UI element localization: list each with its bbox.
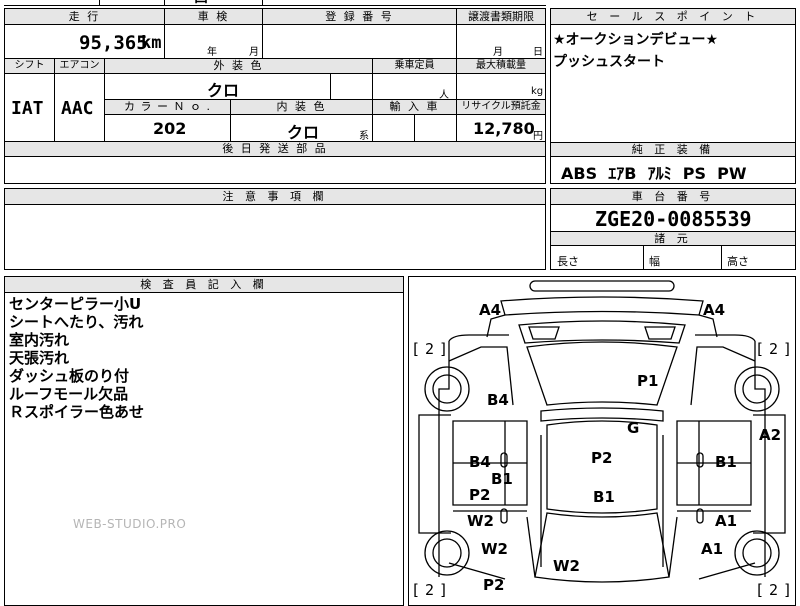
interior-color-value: クロ (287, 123, 320, 142)
max-load-header: 最大積載量 (457, 59, 545, 74)
mileage-unit: km (141, 33, 162, 53)
label-a1-lower: A1 (701, 540, 724, 558)
label-p2-center: P2 (591, 449, 613, 467)
height-label: 高さ (727, 255, 749, 268)
chassis-header: 車 台 番 号 (551, 189, 795, 205)
mileage-header: 走 行 (5, 9, 165, 25)
sales-point-header: セ ー ル ス ポ イ ン ト (551, 9, 795, 25)
inspector-line-6: ルーフモール欠品 (9, 385, 129, 403)
import-cell-a (373, 115, 415, 142)
transfer-day: 日 (533, 47, 543, 58)
exterior-color-cell: クロ (105, 74, 331, 100)
aircon-cell: AAC (55, 74, 105, 142)
dimensions-header: 諸 元 (551, 231, 795, 246)
later-parts-header: 後 日 発 送 部 品 (5, 142, 545, 157)
label-b4-top: B4 (487, 391, 509, 409)
import-cell-b (415, 115, 457, 142)
shift-cell: IAT (5, 74, 55, 142)
sales-point-line-2: プッシュスタート (553, 54, 665, 70)
recycle-cell: 12,780 円 (457, 115, 545, 142)
transfer-cell: 月 日 (457, 25, 545, 59)
inspector-line-4: 天張汚れ (9, 349, 70, 367)
registration-header: 登 録 番 号 (263, 9, 457, 25)
label-w2-left: W2 (467, 512, 494, 530)
recycle-value: 12,780 (473, 119, 535, 138)
registration-cell (263, 25, 457, 59)
dimensions-row: 長さ 幅 高さ (551, 246, 795, 269)
mileage-cell: 95,365 km (5, 25, 165, 59)
notes-header: 注 意 事 項 欄 (5, 189, 545, 205)
label-w2-lower: W2 (481, 540, 508, 558)
label-p1: P1 (637, 372, 659, 390)
sales-point-line-1: ★オークションデビュー★ (553, 32, 719, 48)
label-b4-left: B4 (469, 453, 491, 471)
label-a4-left: A4 (479, 301, 502, 319)
sales-point-panel: セ ー ル ス ポ イ ン ト ★オークションデビュー★ プッシュスタート (550, 8, 796, 143)
watermark: WEB-STUDIO.PRO (73, 517, 187, 531)
shift-header: シフト (5, 59, 55, 74)
inspection-cell: 年 月 (165, 25, 263, 59)
aircon-value: AAC (61, 98, 94, 119)
car-diagram-panel: A4 A4 B4 P1 G A2 B4 B1 P2 B1 P2 B1 W2 A1… (408, 276, 796, 606)
interior-color-cell: クロ 系 (231, 115, 373, 142)
capacity-unit: 人 (439, 90, 449, 101)
color-no-header: カ ラ ー Ｎ ｏ . (105, 100, 231, 115)
inspector-line-5: ダッシュ板のり付 (9, 367, 130, 385)
capacity-header: 乗車定員 (373, 59, 457, 74)
transfer-month: 月 (493, 47, 503, 58)
label-b1-center: B1 (593, 488, 615, 506)
color-no-cell: 202 (105, 115, 231, 142)
top-cutoff-row: 西 (4, 0, 546, 6)
inspection-year: 年 (207, 47, 217, 58)
label-w2-bottom: W2 (553, 557, 580, 575)
recycle-header: リサイクル預託金 (457, 100, 545, 115)
aircon-header: エアコン (55, 59, 105, 74)
transfer-deadline-header: 譲渡書類期限 (457, 9, 545, 25)
car-outline-drawing (418, 280, 786, 583)
mileage-value: 95,365 (79, 32, 148, 54)
label-b1-right: B1 (715, 453, 737, 471)
label-b1-left: B1 (491, 470, 513, 488)
exterior-color-value: クロ (207, 81, 240, 100)
equipment-items: ABS ｴｱB ｱﾙﾐ PS PW (561, 164, 747, 183)
exterior-color-header: 外 装 色 (105, 59, 373, 74)
label-a4-right: A4 (703, 301, 726, 319)
color-no-value: 202 (153, 119, 187, 138)
label-a2: A2 (759, 426, 782, 444)
inspector-line-3: 室内汚れ (9, 331, 70, 349)
label-p2-left: P2 (469, 486, 491, 504)
length-label: 長さ (557, 255, 579, 268)
max-load-unit: kg (531, 86, 544, 97)
inspector-line-1: センターピラー小U (9, 295, 142, 313)
inspector-panel: 検 査 員 記 入 欄 センターピラー小U シートへたり、汚れ 室内汚れ 天張汚… (4, 276, 404, 606)
exterior-color-sub-cell (331, 74, 373, 100)
equipment-panel: 純 正 装 備 ABS ｴｱB ｱﾙﾐ PS PW (550, 142, 796, 184)
import-header: 輸 入 車 (373, 100, 457, 115)
max-load-cell: kg (457, 74, 545, 100)
capacity-cell: 人 (373, 74, 457, 101)
label-p2-bottom: P2 (483, 576, 505, 594)
inspector-line-7: Ｒスポイラー色あせ (9, 403, 145, 421)
top-fragment-text: 西 (194, 0, 208, 7)
shift-value: IAT (11, 98, 44, 119)
recycle-unit: 円 (533, 131, 543, 142)
inspection-month: 月 (249, 47, 259, 58)
inspector-line-2: シートへたり、汚れ (9, 313, 144, 331)
basic-info-grid: 走 行 車 検 登 録 番 号 譲渡書類期限 95,365 km 年 月 月 日… (4, 8, 546, 184)
interior-color-header: 内 装 色 (231, 100, 373, 115)
interior-color-suffix: 系 (359, 131, 369, 142)
inspection-header: 車 検 (165, 9, 263, 25)
width-label: 幅 (649, 255, 660, 268)
inspector-header: 検 査 員 記 入 欄 (5, 277, 403, 293)
label-a1-right: A1 (715, 512, 738, 530)
chassis-number: ZGE20-0085539 (595, 207, 752, 231)
chassis-panel: 車 台 番 号 ZGE20-0085539 諸 元 長さ 幅 高さ (550, 188, 796, 270)
notes-panel: 注 意 事 項 欄 (4, 188, 546, 270)
label-g: G (627, 419, 640, 437)
equipment-header: 純 正 装 備 (551, 143, 795, 157)
later-parts-cell (5, 157, 545, 183)
